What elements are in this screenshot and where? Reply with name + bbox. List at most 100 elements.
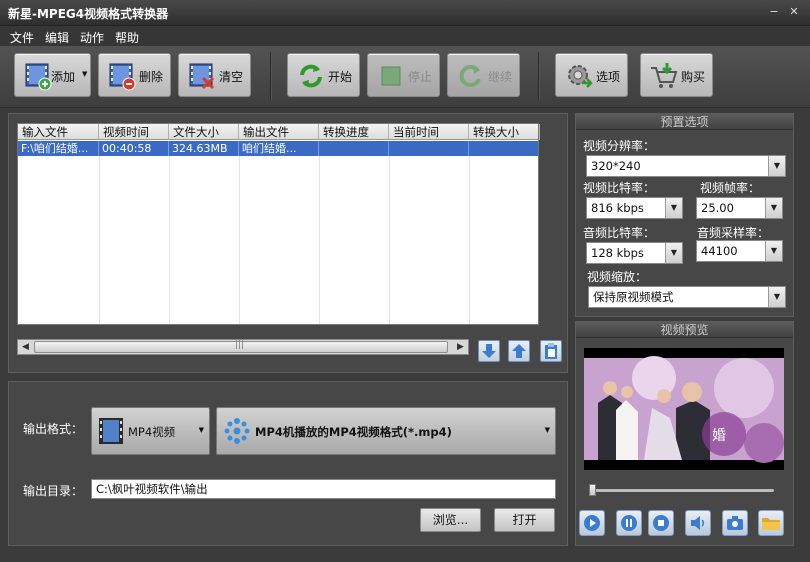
menu-help[interactable]: 帮助 bbox=[115, 29, 139, 46]
start-button[interactable]: 开始 bbox=[287, 53, 360, 97]
table-header: 输入文件 视频时间 文件大小 输出文件 转换进度 当前时间 转换大小 bbox=[18, 124, 540, 140]
frame-rate-label: 视频帧率： bbox=[700, 181, 761, 195]
grid-line bbox=[239, 156, 240, 324]
window-title: 新星-MPEG4视频格式转换器 bbox=[8, 7, 169, 21]
options-button[interactable]: 选项 bbox=[555, 53, 628, 97]
grid-line bbox=[469, 156, 470, 324]
sample-rate-label: 音频采样率： bbox=[697, 226, 770, 240]
table-row[interactable]: F:\咱们结婚... 00:40:58 324.63MB 咱们结婚... bbox=[18, 141, 538, 156]
resolution-value: 320*240 bbox=[591, 159, 641, 173]
column-header[interactable]: 文件大小 bbox=[169, 124, 239, 140]
stop-icon bbox=[381, 66, 401, 86]
chevron-down-icon: ▼ bbox=[82, 70, 88, 78]
cell-current-time bbox=[389, 141, 469, 156]
audio-bitrate-value: 128 kbps bbox=[591, 246, 644, 260]
output-dir-input[interactable]: C:\枫叶视频软件\输出 bbox=[91, 479, 556, 499]
camera-icon bbox=[727, 516, 743, 530]
buy-button[interactable]: 购买 bbox=[640, 53, 713, 97]
sample-rate-select[interactable]: 44100 ▼ bbox=[696, 240, 783, 262]
pause-button[interactable] bbox=[616, 510, 642, 536]
video-preview: 婚 bbox=[584, 348, 784, 470]
video-bitrate-label: 视频比特率： bbox=[583, 181, 656, 195]
file-list-table[interactable]: 输入文件 视频时间 文件大小 输出文件 转换进度 当前时间 转换大小 F:\咱们… bbox=[17, 123, 540, 325]
open-button[interactable]: 打开 bbox=[494, 508, 555, 532]
horizontal-scrollbar[interactable]: ◀ ||| ▶ bbox=[17, 339, 469, 355]
start-label: 开始 bbox=[328, 70, 353, 84]
column-header[interactable]: 视频时间 bbox=[99, 124, 169, 140]
clear-label: 清空 bbox=[219, 70, 244, 84]
column-header[interactable]: 当前时间 bbox=[389, 124, 469, 140]
grid-line bbox=[169, 156, 170, 324]
seek-slider-thumb[interactable] bbox=[589, 484, 596, 496]
play-button[interactable] bbox=[579, 510, 605, 536]
resume-button[interactable]: 继续 bbox=[447, 53, 520, 97]
scroll-right-icon[interactable]: ▶ bbox=[454, 341, 467, 353]
column-header[interactable]: 输出文件 bbox=[239, 124, 319, 140]
arrow-up-icon bbox=[512, 344, 526, 358]
output-dir-label: 输出目录： bbox=[23, 484, 84, 498]
stop-button[interactable]: 停止 bbox=[367, 53, 440, 97]
video-bitrate-select[interactable]: 816 kbps ▼ bbox=[586, 197, 683, 219]
menu-file[interactable]: 文件 bbox=[10, 29, 34, 46]
delete-button[interactable]: 删除 bbox=[98, 53, 171, 97]
paste-button[interactable] bbox=[540, 340, 562, 362]
zoom-label: 视频缩放： bbox=[587, 270, 648, 284]
chevron-down-icon: ▼ bbox=[665, 243, 682, 263]
volume-button[interactable] bbox=[685, 510, 711, 536]
format-detail-value: MP4机播放的MP4视频格式(*.mp4) bbox=[255, 425, 452, 439]
column-header[interactable]: 转换大小 bbox=[469, 124, 540, 140]
resume-icon bbox=[459, 65, 481, 87]
add-button[interactable]: 添加 ▼ bbox=[14, 53, 91, 97]
format-detail-select[interactable]: MP4机播放的MP4视频格式(*.mp4) ▼ bbox=[216, 407, 556, 455]
audio-bitrate-select[interactable]: 128 kbps ▼ bbox=[586, 242, 683, 264]
stop-playback-button[interactable] bbox=[648, 510, 674, 536]
film-clear-icon bbox=[189, 63, 215, 90]
seek-slider[interactable] bbox=[590, 489, 774, 492]
audio-bitrate-label: 音频比特率： bbox=[583, 226, 656, 240]
film-add-icon bbox=[25, 63, 52, 91]
move-down-button[interactable] bbox=[478, 340, 500, 362]
cell-output-file: 咱们结婚... bbox=[239, 141, 319, 156]
clear-button[interactable]: 清空 bbox=[178, 53, 251, 97]
browse-button[interactable]: 浏览... bbox=[420, 508, 481, 532]
toolbar-separator bbox=[538, 52, 540, 100]
stop-icon bbox=[653, 515, 669, 531]
chevron-down-icon: ▼ bbox=[765, 241, 782, 261]
clipboard-icon bbox=[545, 343, 557, 359]
shopping-cart-icon bbox=[651, 63, 678, 88]
zoom-value: 保持原视频模式 bbox=[593, 290, 674, 304]
resolution-select[interactable]: 320*240 ▼ bbox=[586, 155, 786, 177]
scroll-left-icon[interactable]: ◀ bbox=[19, 341, 32, 353]
frame-rate-select[interactable]: 25.00 ▼ bbox=[696, 197, 783, 219]
zoom-select[interactable]: 保持原视频模式 ▼ bbox=[588, 286, 786, 308]
open-folder-button[interactable] bbox=[758, 510, 784, 536]
preset-section-title: 预置选项 bbox=[576, 114, 793, 130]
toolbar-separator bbox=[270, 52, 272, 100]
snapshot-button[interactable] bbox=[722, 510, 748, 536]
column-header[interactable]: 输入文件 bbox=[18, 124, 99, 140]
mp4-format-icon bbox=[224, 418, 250, 444]
add-label: 添加 bbox=[51, 70, 76, 84]
format-category-select[interactable]: MP4视频 ▼ bbox=[91, 407, 210, 455]
close-icon[interactable]: ✕ bbox=[788, 6, 800, 18]
title-bar: 新星-MPEG4视频格式转换器 − ✕ bbox=[0, 0, 810, 26]
grid-line bbox=[319, 156, 320, 324]
column-header[interactable]: 转换进度 bbox=[319, 124, 389, 140]
scroll-thumb[interactable]: ||| bbox=[34, 340, 448, 353]
video-bitrate-value: 816 kbps bbox=[591, 201, 644, 215]
menu-action[interactable]: 动作 bbox=[80, 29, 104, 46]
chevron-down-icon: ▼ bbox=[768, 156, 785, 176]
pause-icon bbox=[621, 515, 637, 531]
minimize-icon[interactable]: − bbox=[768, 6, 780, 18]
delete-label: 删除 bbox=[139, 70, 164, 84]
output-format-label: 输出格式： bbox=[23, 422, 84, 436]
menu-bar: 文件 编辑 动作 帮助 bbox=[0, 26, 810, 46]
chevron-down-icon: ▼ bbox=[665, 198, 682, 218]
play-icon bbox=[584, 515, 600, 531]
chevron-down-icon: ▼ bbox=[765, 198, 782, 218]
move-up-button[interactable] bbox=[508, 340, 530, 362]
resume-label: 继续 bbox=[488, 70, 513, 84]
format-category-value: MP4视频 bbox=[128, 425, 176, 439]
menu-edit[interactable]: 编辑 bbox=[45, 29, 69, 46]
preview-frame-image: 婚 bbox=[584, 348, 784, 470]
